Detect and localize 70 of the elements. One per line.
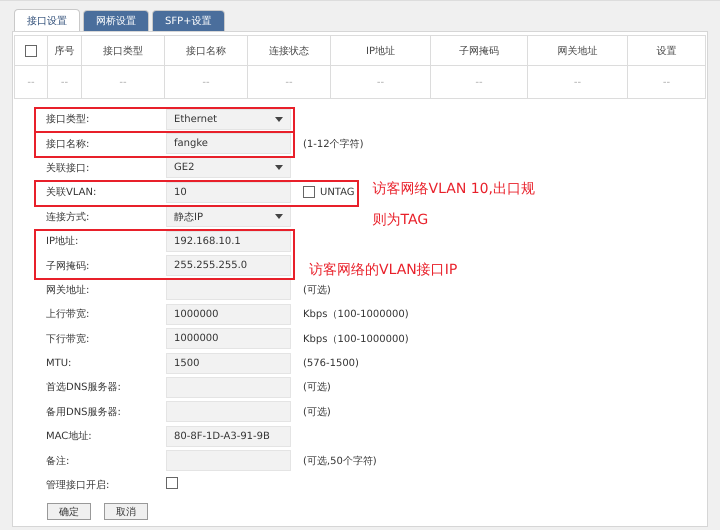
column-header: 连接状态 — [248, 36, 330, 66]
field-label: 子网掩码: — [46, 260, 90, 273]
input-field[interactable]: fangke — [166, 133, 291, 154]
input-field[interactable]: 1000000 — [166, 304, 291, 325]
field-label: 连接方式: — [46, 210, 90, 224]
tab[interactable]: 网桥设置 — [83, 10, 149, 31]
caret-icon — [275, 214, 283, 220]
hint-text: (可选) — [303, 406, 331, 419]
table-cell: -- — [164, 66, 248, 98]
field-label: MAC地址: — [46, 430, 93, 444]
field-label: 下行带宽: — [46, 332, 90, 346]
input-field[interactable] — [166, 376, 291, 398]
checkbox-label: UNTAG — [320, 186, 355, 198]
hint-text: (可选) — [303, 380, 331, 394]
hint-text: (1-12个字符) — [303, 138, 364, 151]
table-cell: -- — [14, 66, 48, 98]
input-field[interactable]: 10 — [166, 182, 291, 203]
field-label: 首选DNS服务器: — [46, 380, 122, 394]
input-field[interactable] — [166, 401, 291, 422]
field-label: 网关地址: — [46, 284, 90, 297]
column-header: 网关地址 — [528, 36, 628, 66]
table-cell: -- — [48, 66, 82, 98]
table-cell: -- — [430, 66, 528, 98]
table-cell: -- — [628, 66, 706, 98]
select-all-checkbox[interactable] — [25, 44, 37, 56]
tab[interactable]: SFP+设置 — [152, 10, 225, 31]
field-label: 上行带宽: — [46, 308, 90, 322]
input-field[interactable]: 192.168.10.1 — [166, 230, 291, 252]
dropdown[interactable]: 静态IP — [166, 206, 291, 228]
input-field[interactable]: 255.255.255.0 — [166, 255, 291, 276]
button[interactable]: 确定 — [47, 503, 91, 520]
column-header: 子网掩码 — [430, 36, 528, 66]
caret-icon — [275, 116, 283, 122]
field-label: 备注: — [46, 454, 70, 468]
input-field[interactable]: 80-8F-1D-A3-91-9B — [166, 426, 291, 447]
field-label: 关联接口: — [46, 162, 90, 175]
dropdown[interactable]: GE2 — [166, 157, 291, 178]
hint-text: (可选) — [303, 284, 331, 297]
field-label: 接口类型: — [46, 112, 90, 126]
field-label: 管理接口开启: — [46, 478, 110, 492]
field-label: 接口名称: — [46, 138, 90, 151]
input-field[interactable] — [166, 450, 291, 472]
hint-text: Kbps（100-1000000) — [303, 308, 409, 322]
table-cell: -- — [248, 66, 330, 98]
hint-text: (576-1500) — [303, 358, 359, 369]
field-label: IP地址: — [46, 234, 80, 248]
hint-text: (可选,50个字符) — [303, 454, 377, 468]
caret-icon — [275, 165, 283, 170]
input-field[interactable] — [166, 279, 291, 300]
table-cell: -- — [82, 66, 164, 98]
annotation-text: 访客网络的VLAN接口IP — [309, 260, 458, 280]
hint-text: Kbps（100-1000000) — [303, 332, 409, 346]
field-label: 关联VLAN: — [46, 186, 98, 200]
table-cell: -- — [330, 66, 430, 98]
checkbox[interactable] — [303, 186, 315, 198]
column-header: IP地址 — [330, 36, 430, 66]
column-header: 设置 — [628, 36, 706, 66]
column-header: 接口名称 — [164, 36, 248, 66]
field-label: MTU: — [46, 358, 72, 369]
annotation-text: 访客网络VLAN 10,出口规则为TAG — [372, 180, 536, 230]
tab[interactable]: 接口设置 — [14, 9, 80, 31]
checkbox[interactable] — [166, 476, 178, 489]
input-field[interactable]: 1500 — [166, 352, 291, 374]
field-label: 备用DNS服务器: — [46, 406, 122, 419]
input-field[interactable]: 1000000 — [166, 328, 291, 350]
column-header: 序号 — [48, 36, 82, 66]
table-cell: -- — [528, 66, 628, 98]
column-header: 接口类型 — [82, 36, 164, 66]
button[interactable]: 取消 — [104, 503, 148, 520]
dropdown[interactable]: Ethernet — [166, 108, 291, 130]
